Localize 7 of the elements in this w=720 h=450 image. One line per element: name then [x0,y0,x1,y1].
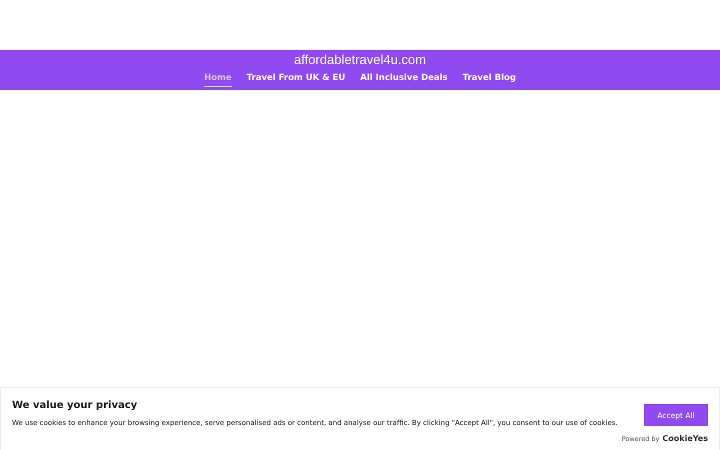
nav-link[interactable]: Home [204,72,232,87]
cookie-title: We value your privacy [12,400,138,411]
brand-logo: CookieYes [662,434,708,443]
nav-link[interactable]: Travel From UK & EU [246,72,346,87]
nav-link[interactable]: Travel Blog [462,72,516,87]
nav-link[interactable]: All Inclusive Deals [360,72,448,87]
site-title: affordabletravel4u.com [294,52,426,68]
